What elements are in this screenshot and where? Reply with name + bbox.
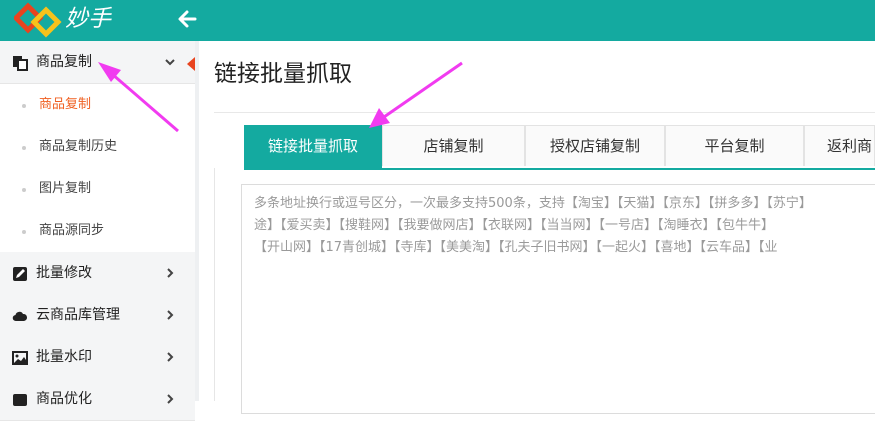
logo-icon (14, 2, 62, 38)
link-input-textarea[interactable]: 多条地址换行或逗号区分，一次最多支持500条，支持【淘宝】【天猫】【京东】【拼多… (241, 184, 875, 414)
arrow-left-icon[interactable] (176, 8, 198, 30)
tab-authorized-shop-copy[interactable]: 授权店铺复制 (525, 125, 665, 166)
sidebar-group-optimize[interactable]: 商品优化 (0, 378, 195, 421)
sidebar-divider (195, 41, 199, 401)
chevron-down-icon (165, 59, 175, 66)
optimize-icon (13, 394, 27, 406)
sidebar-group-product-copy[interactable]: 商品复制 (0, 41, 195, 84)
sidebar-group-watermark[interactable]: 批量水印 (0, 336, 195, 379)
tab-shop-copy[interactable]: 店铺复制 (382, 125, 525, 166)
sidebar-item-label: 图片复制 (39, 181, 92, 196)
sidebar-item-label: 商品复制 (39, 97, 92, 112)
placeholder-line: 途】【爱买卖】【搜鞋网】【我要做网店】【衣联网】【当当网】【一号店】【淘睡衣】【… (254, 218, 775, 233)
sidebar-group-label: 批量修改 (36, 265, 92, 281)
tab-link-batch-grab[interactable]: 链接批量抓取 (244, 125, 382, 168)
sidebar-item-product-copy[interactable]: 商品复制 (0, 84, 195, 126)
chevron-right-icon (167, 310, 174, 320)
chevron-right-icon (167, 394, 174, 404)
sidebar-item-label: 商品源同步 (39, 223, 105, 238)
sidebar-group-label: 商品优化 (36, 391, 92, 407)
copy-icon (13, 56, 28, 71)
sidebar-item-image-copy[interactable]: 图片复制 (0, 168, 195, 210)
sidebar-group-label: 云商品库管理 (36, 307, 120, 323)
bullet (22, 104, 26, 108)
bullet (22, 230, 26, 234)
edit-icon (13, 267, 27, 281)
sidebar-item-copy-history[interactable]: 商品复制历史 (0, 126, 195, 168)
brand-name: 妙手 (65, 6, 111, 32)
cloud-icon (12, 311, 28, 322)
placeholder-line: 【开山网】【17青创城】【寺库】【美美淘】【孔夫子旧书网】【一起火】【喜地】【云… (254, 240, 778, 255)
bullet (22, 146, 26, 150)
placeholder-line: 多条地址换行或逗号区分，一次最多支持500条，支持【淘宝】【天猫】【京东】【拼多… (254, 196, 812, 211)
active-marker (187, 57, 195, 71)
tab-rebate[interactable]: 返利商 (804, 125, 875, 166)
sidebar-group-cloud-library[interactable]: 云商品库管理 (0, 294, 195, 337)
chevron-right-icon (167, 352, 174, 362)
tab-bar: 链接批量抓取 店铺复制 授权店铺复制 平台复制 返利商 (244, 125, 875, 170)
sidebar-group-label: 商品复制 (36, 54, 92, 70)
sidebar-group-label: 批量水印 (36, 349, 92, 365)
sidebar-item-source-sync[interactable]: 商品源同步 (0, 210, 195, 252)
annotation-arrow-tab (369, 61, 463, 128)
tab-platform-copy[interactable]: 平台复制 (665, 125, 804, 166)
image-icon (12, 351, 28, 365)
divider (214, 112, 875, 113)
top-bar: 妙手 (0, 0, 875, 41)
sidebar-item-label: 商品复制历史 (39, 139, 118, 154)
bullet (22, 188, 26, 192)
chevron-right-icon (167, 268, 174, 278)
page-title: 链接批量抓取 (214, 61, 352, 87)
sidebar-group-batch-edit[interactable]: 批量修改 (0, 252, 195, 295)
